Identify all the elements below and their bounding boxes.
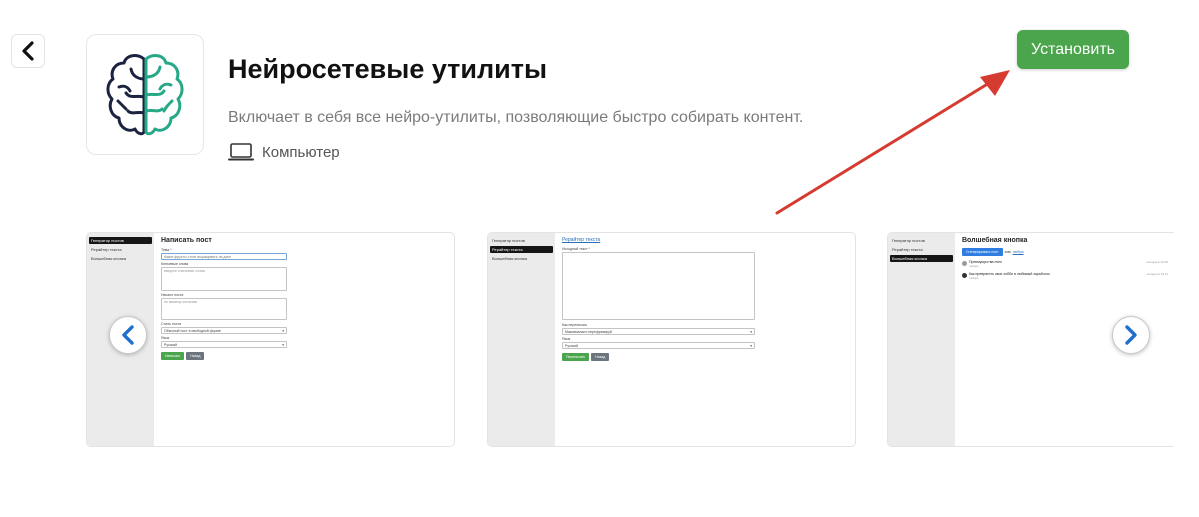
chevron-left-icon: [122, 325, 134, 345]
install-button[interactable]: Установить: [1017, 30, 1129, 69]
mock-menu-item: Волшебная кнопка: [91, 256, 126, 261]
app-title: Нейросетевые утилиты: [228, 54, 548, 84]
mock-feed-item: Преимущества пчел любую сегодня в 10:20: [962, 260, 1168, 268]
laptop-icon: [228, 143, 254, 161]
app-icon: [86, 34, 204, 155]
mock-menu-item: Волшебная кнопка: [492, 256, 527, 261]
mock-menu-item: Генератор постов: [892, 238, 925, 243]
mock-label: Стиль поста: [161, 322, 182, 326]
mock-label: Как переписать: [562, 323, 588, 327]
mock-select: Обычный пост в свободной форме ▾: [161, 327, 287, 334]
screenshot-2[interactable]: Генератор постов Рерайтер текста Волшебн…: [487, 232, 856, 447]
chevron-left-icon: [22, 41, 34, 61]
mock-sidebar: Генератор постов Рерайтер текста Волшебн…: [488, 233, 555, 446]
carousel-next-button[interactable]: [1112, 316, 1150, 354]
mock-menu-item: Рерайтер текста: [490, 246, 553, 253]
mock-feed-item: Как превратить свое хобби в любимый зара…: [962, 272, 1168, 280]
platform-label: Компьютер: [262, 143, 340, 161]
mock-label: Начало поста: [161, 293, 184, 297]
platform-info: Компьютер: [228, 142, 340, 162]
mock-title: Волшебная кнопка: [962, 237, 1028, 244]
avatar: [962, 273, 967, 278]
mock-label: Язык: [161, 336, 170, 340]
chevron-right-icon: [1125, 325, 1137, 345]
mock-select: Русский ▾: [161, 341, 287, 348]
mock-title: Написать пост: [161, 237, 212, 244]
mock-primary-button: Переписать: [562, 353, 590, 361]
carousel-prev-button[interactable]: [109, 316, 147, 354]
mock-label: Ключевые слова: [161, 262, 189, 266]
mock-menu-item: Генератор постов: [89, 237, 152, 244]
mock-label: Тема *: [161, 248, 172, 252]
mock-menu-item: Волшебная кнопка: [890, 255, 953, 262]
brain-icon: [106, 53, 184, 135]
mock-action-button: Сгенерировать пост: [962, 248, 1003, 256]
mock-sidebar: Генератор постов Рерайтер текста Волшебн…: [888, 233, 955, 446]
mock-main: Рерайтер текста Исходный текст * Как пер…: [562, 237, 849, 446]
mock-menu-item: Генератор постов: [492, 238, 525, 243]
mock-textarea: введите ключевые слова: [161, 267, 287, 291]
mock-label: Исходный текст *: [562, 247, 591, 251]
avatar: [962, 261, 967, 266]
mock-or-text: или: [1004, 250, 1011, 254]
back-button[interactable]: [11, 34, 45, 68]
mock-label: Язык: [562, 337, 571, 341]
mock-select: Русский ▾: [562, 342, 755, 349]
mock-select: Максимально перефразируй ▾: [562, 328, 755, 335]
mock-main: Написать пост Тема * Какие фрукты стоит …: [161, 237, 448, 446]
mock-title-link: Рерайтер текста: [562, 237, 601, 243]
mock-or-link: любую: [1012, 250, 1024, 254]
mock-secondary-button: Назад: [591, 353, 610, 361]
mock-textarea: [562, 252, 755, 320]
app-description: Включает в себя все нейро-утилиты, позво…: [228, 109, 804, 126]
mock-menu-item: Рерайтер текста: [892, 247, 923, 252]
mock-textarea: по вашему желанию: [161, 298, 287, 320]
mock-menu-item: Рерайтер текста: [91, 247, 122, 252]
mock-primary-button: Написать: [161, 352, 185, 360]
mock-input: Какие фрукты стоит выращивать на даче: [161, 253, 287, 260]
mock-secondary-button: Назад: [186, 352, 205, 360]
